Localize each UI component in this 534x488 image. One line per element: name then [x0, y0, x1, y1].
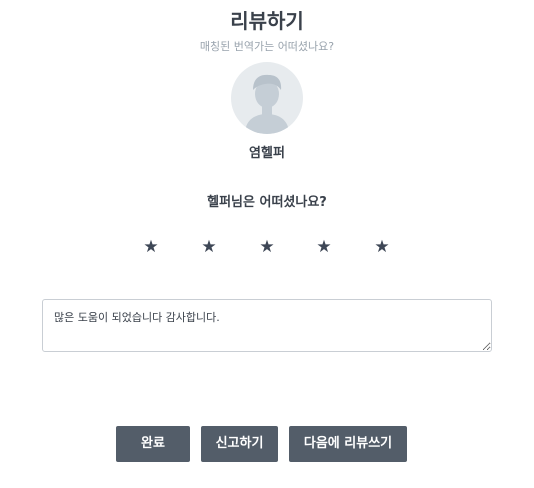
star-icon-5[interactable]: ★ — [363, 234, 401, 260]
helper-name: 염헬퍼 — [249, 146, 285, 161]
review-later-button[interactable]: 다음에 리뷰쓰기 — [289, 426, 407, 462]
report-button[interactable]: 신고하기 — [201, 426, 278, 462]
review-textarea[interactable]: 많은 도움이 되었습니다 감사합니다. — [42, 299, 492, 352]
star-icon-4[interactable]: ★ — [305, 234, 343, 260]
page-title: 리뷰하기 — [230, 9, 304, 33]
star-rating: ★ ★ ★ ★ ★ — [132, 234, 402, 260]
star-icon-3[interactable]: ★ — [248, 234, 286, 260]
rating-question: 헬퍼님은 어떠셨나요? — [207, 195, 327, 210]
avatar — [231, 62, 303, 134]
user-silhouette-icon — [245, 74, 289, 134]
star-icon-1[interactable]: ★ — [132, 234, 170, 260]
page-subtitle: 매칭된 번역가는 어떠셨나요? — [199, 40, 335, 53]
done-button[interactable]: 완료 — [116, 426, 190, 462]
star-icon-2[interactable]: ★ — [190, 234, 228, 260]
